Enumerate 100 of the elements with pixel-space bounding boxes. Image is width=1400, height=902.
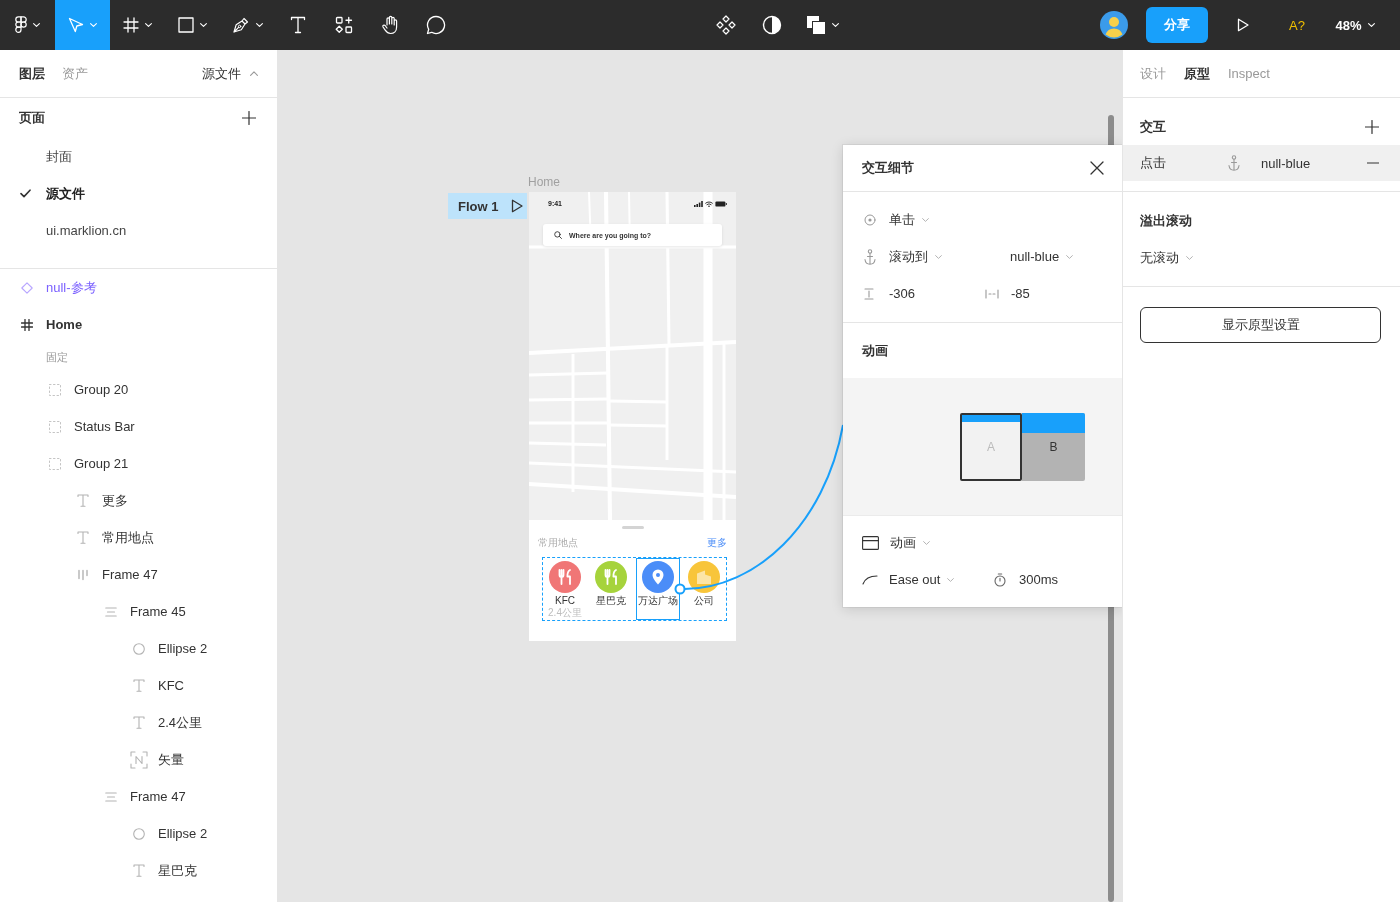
close-icon [1090, 161, 1104, 175]
connector-handle[interactable] [674, 583, 686, 595]
page-item[interactable]: ui.marklion.cn [0, 212, 277, 249]
caret-icon [1367, 23, 1375, 27]
section-title: 溢出滚动 [1140, 211, 1192, 230]
text-icon [133, 679, 145, 692]
chevron-down-icon [947, 577, 955, 582]
play-icon [1237, 18, 1249, 32]
logo-icon [15, 16, 27, 34]
layer-item[interactable]: Status Bar [0, 408, 277, 445]
place-name: 公司 [694, 595, 714, 607]
panel-tab[interactable]: 图层 [19, 64, 45, 83]
lines-icon [105, 791, 117, 802]
hand-icon [381, 15, 399, 35]
add-interaction-button[interactable] [1365, 119, 1379, 134]
caret-icon [90, 23, 97, 27]
vertical-bars-icon [77, 568, 89, 581]
layer-item[interactable]: Group 21 [0, 445, 277, 482]
zoom-dropdown[interactable]: 48% [1320, 0, 1390, 50]
text-icon [77, 494, 89, 507]
caret-icon [33, 23, 40, 27]
dashed-square-icon [49, 457, 61, 470]
dashed-square-icon [49, 420, 61, 433]
four-diamonds-icon [716, 15, 736, 35]
frame-title: Home [528, 175, 560, 189]
layer-item[interactable]: KFC [0, 667, 277, 704]
flow-start-button[interactable]: Flow 1 [448, 193, 527, 219]
layer-item[interactable]: 更多 [0, 482, 277, 519]
chevron-down-icon [1066, 254, 1074, 259]
place-name: 星巴克 [596, 595, 627, 607]
diamond-icon [21, 281, 33, 294]
stopwatch-icon [994, 572, 1006, 587]
drag-handle [621, 526, 644, 529]
target-icon [864, 213, 876, 226]
action-dropdown[interactable]: 滚动到 [889, 247, 942, 266]
chevron-down-icon [935, 254, 942, 259]
page-dropdown[interactable]: 源文件 [202, 64, 258, 83]
place-item[interactable]: 万达广场 [635, 558, 680, 620]
hash-icon [123, 17, 139, 33]
easing-dropdown[interactable]: Ease out [889, 572, 955, 587]
layer-item[interactable]: Ellipse 2 [0, 630, 277, 667]
offset-y-field[interactable]: -306 [889, 286, 916, 301]
section-title: 常用地点 [538, 537, 578, 549]
check-icon [20, 189, 31, 198]
overlapping-squares-icon [806, 15, 826, 35]
shapes-plus-icon [335, 16, 353, 34]
chevron-down-icon [922, 217, 929, 222]
layer-item[interactable]: 2.4公里 [0, 704, 277, 741]
trigger-dropdown[interactable]: 单击 [889, 210, 929, 229]
curve-icon [862, 574, 878, 585]
trigger-label: 点击 [1140, 154, 1167, 172]
layer-item[interactable]: Ellipse 2 [0, 815, 277, 852]
caret-icon [256, 23, 263, 27]
caret-icon [200, 23, 207, 27]
speech-bubble-icon [426, 15, 446, 35]
minus-icon [1367, 162, 1379, 164]
panel-tab[interactable]: 原型 [1184, 64, 1210, 83]
layer-item[interactable]: null-参考 [0, 269, 277, 306]
section-title: 页面 [19, 109, 45, 127]
battery-icon [715, 201, 727, 207]
window-icon [862, 535, 879, 550]
cursor-icon [68, 17, 84, 33]
hash-icon [21, 318, 33, 331]
text-icon [133, 716, 145, 729]
text-icon [133, 864, 145, 877]
interaction-row[interactable]: 点击 null-blue [1123, 145, 1400, 181]
more-link[interactable]: 更多 [707, 537, 727, 549]
place-item[interactable]: 星巴克 [589, 558, 634, 620]
duration-field[interactable]: 300ms [1019, 572, 1059, 587]
place-name: 万达广场 [637, 595, 678, 607]
text-icon [77, 531, 89, 544]
layer-item[interactable]: Home [0, 306, 277, 343]
place-item[interactable]: 公司 [682, 558, 726, 620]
offset-x-field[interactable]: -85 [1011, 286, 1030, 301]
chevron-down-icon [1186, 255, 1193, 260]
layer-item[interactable]: Frame 47 [0, 778, 277, 815]
vertical-spacing-icon [864, 287, 874, 300]
destination-dropdown[interactable]: null-blue [1010, 249, 1074, 264]
avatar-icon[interactable] [1100, 11, 1128, 39]
prototype-settings-button[interactable]: 显示原型设置 [1140, 307, 1381, 343]
layer-item[interactable]: Frame 47 [0, 556, 277, 593]
overflow-dropdown[interactable]: 无滚动 [1140, 248, 1193, 267]
page-item[interactable]: 封面 [0, 138, 277, 175]
layer-item[interactable]: Group 20 [0, 371, 277, 408]
animation-dropdown[interactable]: 动画 [890, 533, 930, 552]
square-icon [178, 17, 194, 33]
close-button[interactable] [1090, 161, 1104, 175]
layer-item[interactable]: 常用地点 [0, 519, 277, 556]
layer-item[interactable]: 星巴克 [0, 852, 277, 889]
search-icon [554, 231, 562, 239]
circle-icon [133, 642, 145, 655]
missing-fonts-button[interactable]: A? [1274, 0, 1320, 50]
signal-icon [694, 201, 703, 207]
add-page-button[interactable] [242, 111, 256, 125]
pen-icon [232, 16, 250, 34]
anchor-icon [864, 248, 876, 265]
page-item[interactable]: 源文件 [0, 175, 277, 212]
layer-item[interactable]: Frame 45 [0, 593, 277, 630]
layer-item[interactable]: 矢量 [0, 741, 277, 778]
section-label: 固定 [46, 349, 68, 365]
